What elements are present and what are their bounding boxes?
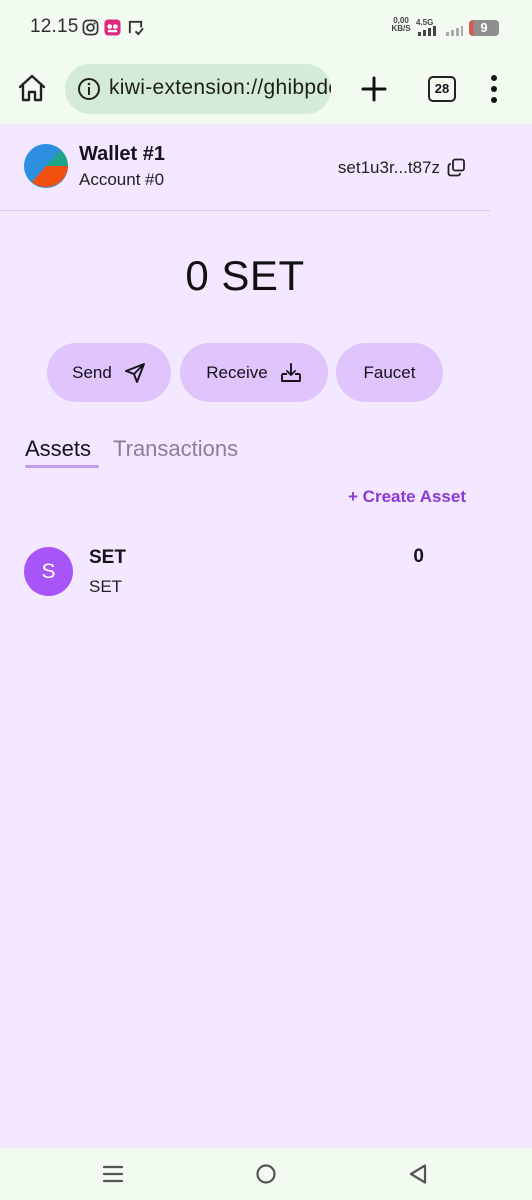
more-vertical-icon[interactable] <box>486 72 502 106</box>
recents-icon[interactable] <box>101 1162 125 1186</box>
url-bar[interactable]: kiwi-extension://ghibpddmemnnbdbejmhcfgj… <box>65 64 331 114</box>
tab-transactions[interactable]: Transactions <box>113 436 238 462</box>
screenshot-notification-icon <box>128 20 144 36</box>
balance: 0 SET <box>185 252 305 299</box>
info-icon[interactable] <box>77 77 101 101</box>
receive-button-label: Receive <box>206 362 268 382</box>
network-speed: 0,00 KB/S <box>388 17 414 33</box>
active-tab-indicator <box>25 465 99 468</box>
receive-button[interactable]: Receive <box>180 343 328 402</box>
wallet-avatar[interactable] <box>24 144 68 188</box>
signal-icon: 4.5G <box>416 18 436 36</box>
status-time: 12.15 <box>30 16 79 37</box>
home-circle-icon[interactable] <box>254 1162 278 1186</box>
home-icon[interactable] <box>14 70 50 106</box>
tab-count-button[interactable]: 28 <box>428 76 456 102</box>
asset-amount: 0 <box>413 546 424 567</box>
download-tray-icon <box>280 362 301 382</box>
network-speed-unit: KB/S <box>391 24 411 33</box>
system-navigation-bar <box>0 1148 532 1200</box>
plus-icon[interactable] <box>358 73 390 105</box>
asset-symbol: SET <box>89 577 123 596</box>
status-bar: 12.15 0,00 KB/S 4.5G 9 <box>0 0 532 56</box>
asset-avatar: S <box>24 547 73 596</box>
faucet-button-label: Faucet <box>363 362 416 382</box>
wallet-popup: Wallet #1 Account #0 set1u3r...t87z 0 SE… <box>0 124 532 1148</box>
faucet-button[interactable]: Faucet <box>336 343 443 402</box>
send-button-label: Send <box>72 362 112 382</box>
header-divider <box>0 210 490 211</box>
network-type-label: 4.5G <box>416 18 433 27</box>
url-text[interactable]: kiwi-extension://ghibpddmemnnbdbejmhcfgj… <box>109 76 331 100</box>
asset-name: SET <box>89 547 126 568</box>
copy-icon[interactable] <box>447 158 466 177</box>
create-asset-link[interactable]: + Create Asset <box>348 487 466 507</box>
instagram-icon <box>82 19 99 36</box>
battery-level: 9 <box>480 20 488 35</box>
wallet-address[interactable]: set1u3r...t87z <box>338 158 440 178</box>
wallet-name[interactable]: Wallet #1 <box>79 143 165 166</box>
asset-row[interactable]: S SET SET 0 <box>0 544 490 604</box>
tab-assets[interactable]: Assets <box>25 436 91 462</box>
battery-icon: 9 <box>469 20 499 36</box>
send-button[interactable]: Send <box>47 343 171 402</box>
browser-toolbar: kiwi-extension://ghibpddmemnnbdbejmhcfgj… <box>0 56 532 124</box>
back-triangle-icon[interactable] <box>406 1162 430 1186</box>
signal-2-icon <box>446 26 463 36</box>
app-notification-icon <box>104 19 121 36</box>
paper-plane-icon <box>124 362 145 383</box>
account-name: Account #0 <box>79 170 165 189</box>
